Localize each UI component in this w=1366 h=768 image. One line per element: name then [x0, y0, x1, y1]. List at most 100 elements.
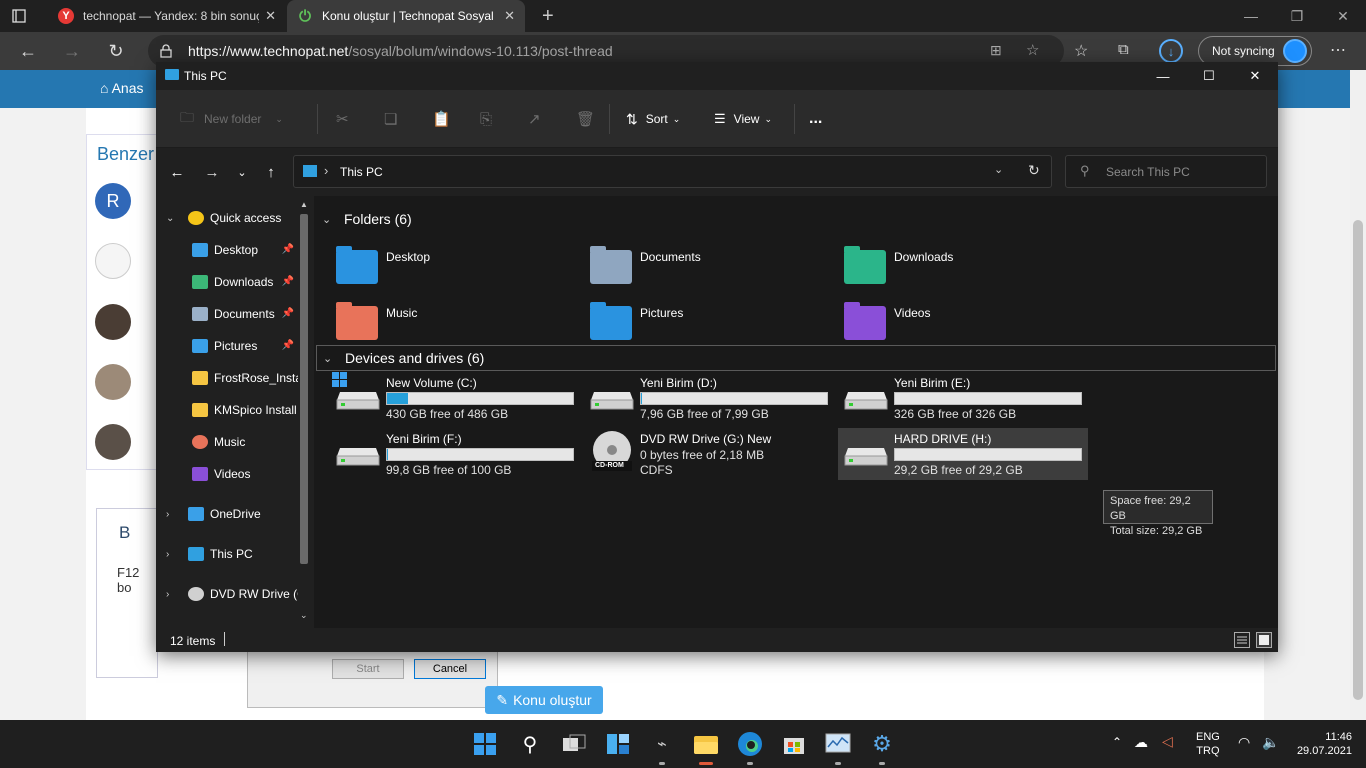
search-box[interactable]: ⚲ Search This PC — [1065, 155, 1267, 188]
drive-item[interactable]: Yeni Birim (D:) 7,96 GB free of 7,99 GB — [584, 372, 834, 424]
clock[interactable]: 11:46 29.07.2021 — [1290, 730, 1352, 758]
tree-item[interactable]: FrostRose_Insta — [156, 364, 298, 392]
tree-item[interactable]: ⌄ Quick access — [156, 204, 298, 232]
widgets-button[interactable] — [604, 730, 632, 758]
maximize-button[interactable]: ☐ — [1186, 62, 1232, 90]
refresh-button[interactable]: ↻ — [103, 38, 129, 64]
user-avatar[interactable] — [95, 424, 131, 460]
scroll-up-icon[interactable]: ▲ — [300, 200, 308, 209]
up-button[interactable]: ↑ — [260, 162, 282, 182]
explorer-address-bar[interactable]: › This PC ⌄ ↻ — [293, 155, 1052, 188]
delete-button[interactable]: 🗑 — [576, 108, 595, 130]
tree-item[interactable]: Videos — [156, 460, 298, 488]
details-view-button[interactable] — [1234, 632, 1250, 648]
drive-item[interactable]: Yeni Birim (E:) 326 GB free of 326 GB — [838, 372, 1088, 424]
cut-button[interactable]: ✂ — [336, 108, 349, 130]
refresh-icon[interactable]: ↻ — [1028, 162, 1040, 179]
scroll-thumb[interactable] — [300, 214, 308, 564]
close-tab-icon[interactable]: ✕ — [265, 8, 276, 24]
drive-item[interactable]: New Volume (C:) 430 GB free of 486 GB — [330, 372, 580, 424]
minimize-button[interactable]: — — [1140, 62, 1186, 90]
user-avatar[interactable]: R — [95, 183, 131, 219]
forward-button[interactable]: → — [59, 38, 85, 64]
tree-item[interactable]: › OneDrive — [156, 500, 298, 528]
recent-locations-button[interactable]: ⌄ — [231, 162, 253, 182]
folder-item[interactable]: Videos — [844, 300, 1084, 340]
tab-yandex[interactable]: Y technopat — Yandex: 8 bin sonuç ✕ — [48, 0, 286, 32]
tree-item[interactable]: KMSpico Install — [156, 396, 298, 424]
folder-item[interactable]: Documents — [590, 244, 830, 284]
tree-item[interactable]: › This PC — [156, 540, 298, 568]
drive-item[interactable]: HARD DRIVE (H:) 29,2 GB free of 29,2 GB — [838, 428, 1088, 480]
chevron-right-icon[interactable]: › — [166, 549, 182, 560]
favorites-icon[interactable]: ☆ — [1074, 41, 1088, 61]
tree-item[interactable]: Downloads 📌 — [156, 268, 298, 296]
more-menu-icon[interactable]: ⋯ — [1330, 40, 1346, 60]
nav-pane-scrollbar[interactable]: ▲ ⌄ — [298, 200, 310, 621]
browser-minimize-button[interactable]: — — [1228, 0, 1274, 32]
share-button[interactable]: ↗ — [528, 108, 541, 130]
tree-item[interactable]: Music — [156, 428, 298, 456]
back-button[interactable]: ← — [166, 162, 188, 182]
user-avatar[interactable] — [95, 364, 131, 400]
usb-app-button[interactable]: ⌁ — [648, 730, 676, 758]
wifi-icon[interactable]: ◠ — [1238, 734, 1250, 751]
edge-button[interactable] — [736, 730, 764, 758]
volume-icon[interactable]: 🔈 — [1262, 734, 1279, 751]
create-thread-button[interactable]: ✎ Konu oluştur — [485, 686, 603, 714]
chevron-right-icon[interactable]: › — [166, 589, 182, 600]
new-folder-button[interactable]: 🗀 New folder ⌄ — [180, 108, 283, 130]
store-button[interactable] — [780, 730, 808, 758]
add-favorite-icon[interactable]: ☆ — [1026, 41, 1039, 59]
browser-restore-button[interactable]: ❐ — [1274, 0, 1320, 32]
user-avatar[interactable] — [95, 304, 131, 340]
settings-button[interactable]: ⚙ — [868, 730, 896, 758]
tree-item[interactable]: › DVD RW Drive (G — [156, 580, 298, 608]
close-button[interactable]: ✕ — [1232, 62, 1278, 90]
browser-close-button[interactable]: ✕ — [1320, 0, 1366, 32]
new-tab-button[interactable]: + — [532, 0, 564, 32]
file-explorer-button[interactable] — [692, 730, 720, 758]
downloads-icon[interactable]: ↓ — [1159, 39, 1183, 63]
see-more-button[interactable]: ... — [809, 108, 822, 130]
scroll-thumb[interactable] — [1353, 220, 1363, 700]
tree-item[interactable]: Desktop 📌 — [156, 236, 298, 264]
sort-button[interactable]: ⇅ Sort ⌄ — [626, 108, 680, 130]
scroll-down-icon[interactable]: ⌄ — [300, 610, 308, 621]
drive-item[interactable]: CD-ROM DVD RW Drive (G:) New 0 bytes free … — [584, 428, 834, 480]
close-tab-icon[interactable]: ✕ — [504, 8, 515, 24]
post-editor[interactable]: B F12 bo — [96, 508, 158, 678]
back-button[interactable]: ← — [15, 38, 41, 64]
page-scrollbar[interactable] — [1350, 70, 1366, 720]
folder-item[interactable]: Downloads — [844, 244, 1084, 284]
copy-button[interactable]: ❏ — [384, 108, 397, 130]
tree-item[interactable]: Pictures 📌 — [156, 332, 298, 360]
chevron-right-icon[interactable]: › — [166, 509, 182, 520]
tab-konu-olustur[interactable]: ⏻ Konu oluştur | Technopat Sosyal ✕ — [287, 0, 525, 32]
folder-item[interactable]: Pictures — [590, 300, 830, 340]
view-button[interactable]: ☰ View ⌄ — [714, 108, 772, 130]
rename-button[interactable]: ⎘ — [480, 108, 492, 130]
tiles-view-button[interactable] — [1256, 632, 1272, 648]
folder-item[interactable]: Music — [336, 300, 576, 340]
input-language[interactable]: ENG TRQ — [1196, 730, 1220, 758]
user-avatar[interactable] — [95, 243, 131, 279]
start-button[interactable] — [471, 730, 499, 758]
home-link[interactable]: ⌂ Anas — [100, 80, 144, 96]
tab-actions-button[interactable] — [12, 8, 26, 24]
drive-item[interactable]: Yeni Birim (F:) 99,8 GB free of 100 GB — [330, 428, 580, 480]
paste-button[interactable]: 📋 — [432, 108, 451, 130]
cancel-button[interactable]: Cancel — [414, 659, 486, 679]
chevron-down-icon[interactable]: ⌄ — [994, 163, 1003, 176]
monitor-app-button[interactable] — [824, 730, 852, 758]
folders-group-header[interactable]: ⌄ Folders (6) — [316, 206, 1276, 232]
onedrive-cloud-icon[interactable]: ☁ — [1134, 734, 1148, 751]
folder-item[interactable]: Desktop — [336, 244, 576, 284]
forward-button[interactable]: → — [201, 162, 223, 182]
chevron-down-icon[interactable]: ⌄ — [166, 213, 182, 224]
bold-button[interactable]: B — [119, 523, 130, 543]
location-arrow-icon[interactable]: ◁ — [1162, 733, 1173, 750]
app-available-icon[interactable]: ⊞ — [990, 42, 1002, 59]
chevron-up-icon[interactable]: ⌃ — [1112, 735, 1122, 749]
task-view-button[interactable] — [560, 730, 588, 758]
